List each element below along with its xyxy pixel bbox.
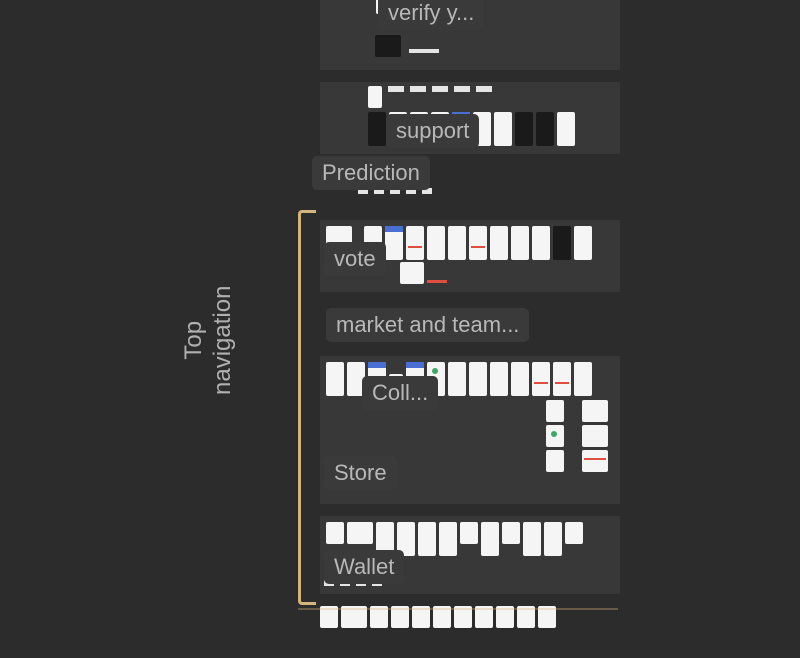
dash-thumb[interactable]: [432, 86, 448, 92]
screen-thumb[interactable]: [368, 86, 382, 108]
screen-thumb[interactable]: [532, 226, 550, 260]
frame-group-market[interactable]: market and team...: [320, 304, 620, 344]
frame-label-market[interactable]: market and team...: [326, 308, 529, 342]
thumb-column: [582, 400, 608, 472]
frame-group-prediction[interactable]: Prediction: [320, 166, 620, 204]
screen-thumb[interactable]: [418, 522, 436, 556]
section-label-line1: Top: [180, 286, 209, 395]
screen-thumb[interactable]: [490, 226, 508, 260]
screen-thumb[interactable]: [368, 112, 386, 146]
screen-thumb[interactable]: [469, 362, 487, 396]
screen-thumb[interactable]: [536, 112, 554, 146]
screen-thumb[interactable]: [448, 226, 466, 260]
frame-label-coll[interactable]: Coll...: [362, 376, 438, 410]
dash-thumb[interactable]: [388, 86, 404, 92]
dash-thumb[interactable]: [476, 86, 492, 92]
screen-thumb[interactable]: [565, 522, 583, 544]
dash-thumb[interactable]: [410, 86, 426, 92]
screen-thumb[interactable]: [544, 522, 562, 556]
screen-thumb[interactable]: [494, 112, 512, 146]
frame-label-vote[interactable]: vote: [324, 242, 386, 276]
screen-thumb[interactable]: [490, 362, 508, 396]
screen-thumb[interactable]: [409, 49, 439, 53]
screen-thumb[interactable]: [469, 226, 487, 260]
dash-thumb[interactable]: [454, 86, 470, 92]
frame-group-partial[interactable]: [320, 606, 620, 646]
frame-label-prediction[interactable]: Prediction: [312, 156, 430, 190]
screen-thumb[interactable]: [574, 226, 592, 260]
screen-thumb[interactable]: [448, 362, 466, 396]
screen-thumb[interactable]: [553, 226, 571, 260]
frame-group-support[interactable]: support: [320, 82, 620, 154]
section-label-line2: navigation: [209, 286, 238, 395]
screen-thumb[interactable]: [523, 522, 541, 556]
screen-thumb[interactable]: [347, 522, 373, 544]
screen-thumb[interactable]: [481, 522, 499, 556]
screen-thumb[interactable]: [546, 450, 564, 472]
screen-thumb[interactable]: [502, 522, 520, 544]
section-divider: [298, 608, 618, 610]
frame-group-verify[interactable]: verify y...: [320, 0, 620, 70]
screen-thumb[interactable]: [582, 450, 608, 472]
screen-thumb[interactable]: [460, 522, 478, 544]
section-label: Top navigation: [180, 286, 238, 395]
screen-thumb[interactable]: [574, 362, 592, 396]
screen-thumb[interactable]: [515, 112, 533, 146]
screen-thumb[interactable]: [582, 400, 608, 422]
frame-label-support[interactable]: support: [386, 114, 479, 148]
screen-thumb[interactable]: [406, 226, 424, 260]
frame-group-collection-store[interactable]: Coll... Store: [320, 356, 620, 504]
thumb-row: [400, 262, 447, 284]
frame-group-vote[interactable]: vote: [320, 220, 620, 292]
screen-thumb[interactable]: [582, 425, 608, 447]
canvas-stack: verify y... support: [320, 0, 620, 658]
frame-label-verify[interactable]: verify y...: [378, 0, 484, 30]
screen-thumb[interactable]: [326, 522, 344, 544]
thumb-column: [546, 400, 564, 472]
screen-thumb[interactable]: [326, 362, 344, 396]
section-bracket: [298, 210, 316, 605]
screen-thumb[interactable]: [427, 226, 445, 260]
screen-thumb[interactable]: [511, 226, 529, 260]
screen-thumb[interactable]: [375, 35, 401, 57]
thumb-row: [368, 86, 614, 108]
screen-thumb[interactable]: [400, 262, 424, 284]
screen-thumb[interactable]: [546, 425, 564, 447]
screen-thumb[interactable]: [532, 362, 550, 396]
screen-thumb[interactable]: [511, 362, 529, 396]
frame-label-wallet[interactable]: Wallet: [324, 550, 404, 584]
screen-thumb[interactable]: [546, 400, 564, 422]
screen-thumb[interactable]: [553, 362, 571, 396]
screen-thumb[interactable]: [385, 226, 403, 260]
thumb-row: [375, 35, 439, 62]
accent-bar: [427, 280, 447, 283]
frame-label-store[interactable]: Store: [324, 456, 397, 490]
screen-thumb[interactable]: [557, 112, 575, 146]
screen-thumb[interactable]: [439, 522, 457, 556]
frame-group-wallet[interactable]: Wallet: [320, 516, 620, 594]
